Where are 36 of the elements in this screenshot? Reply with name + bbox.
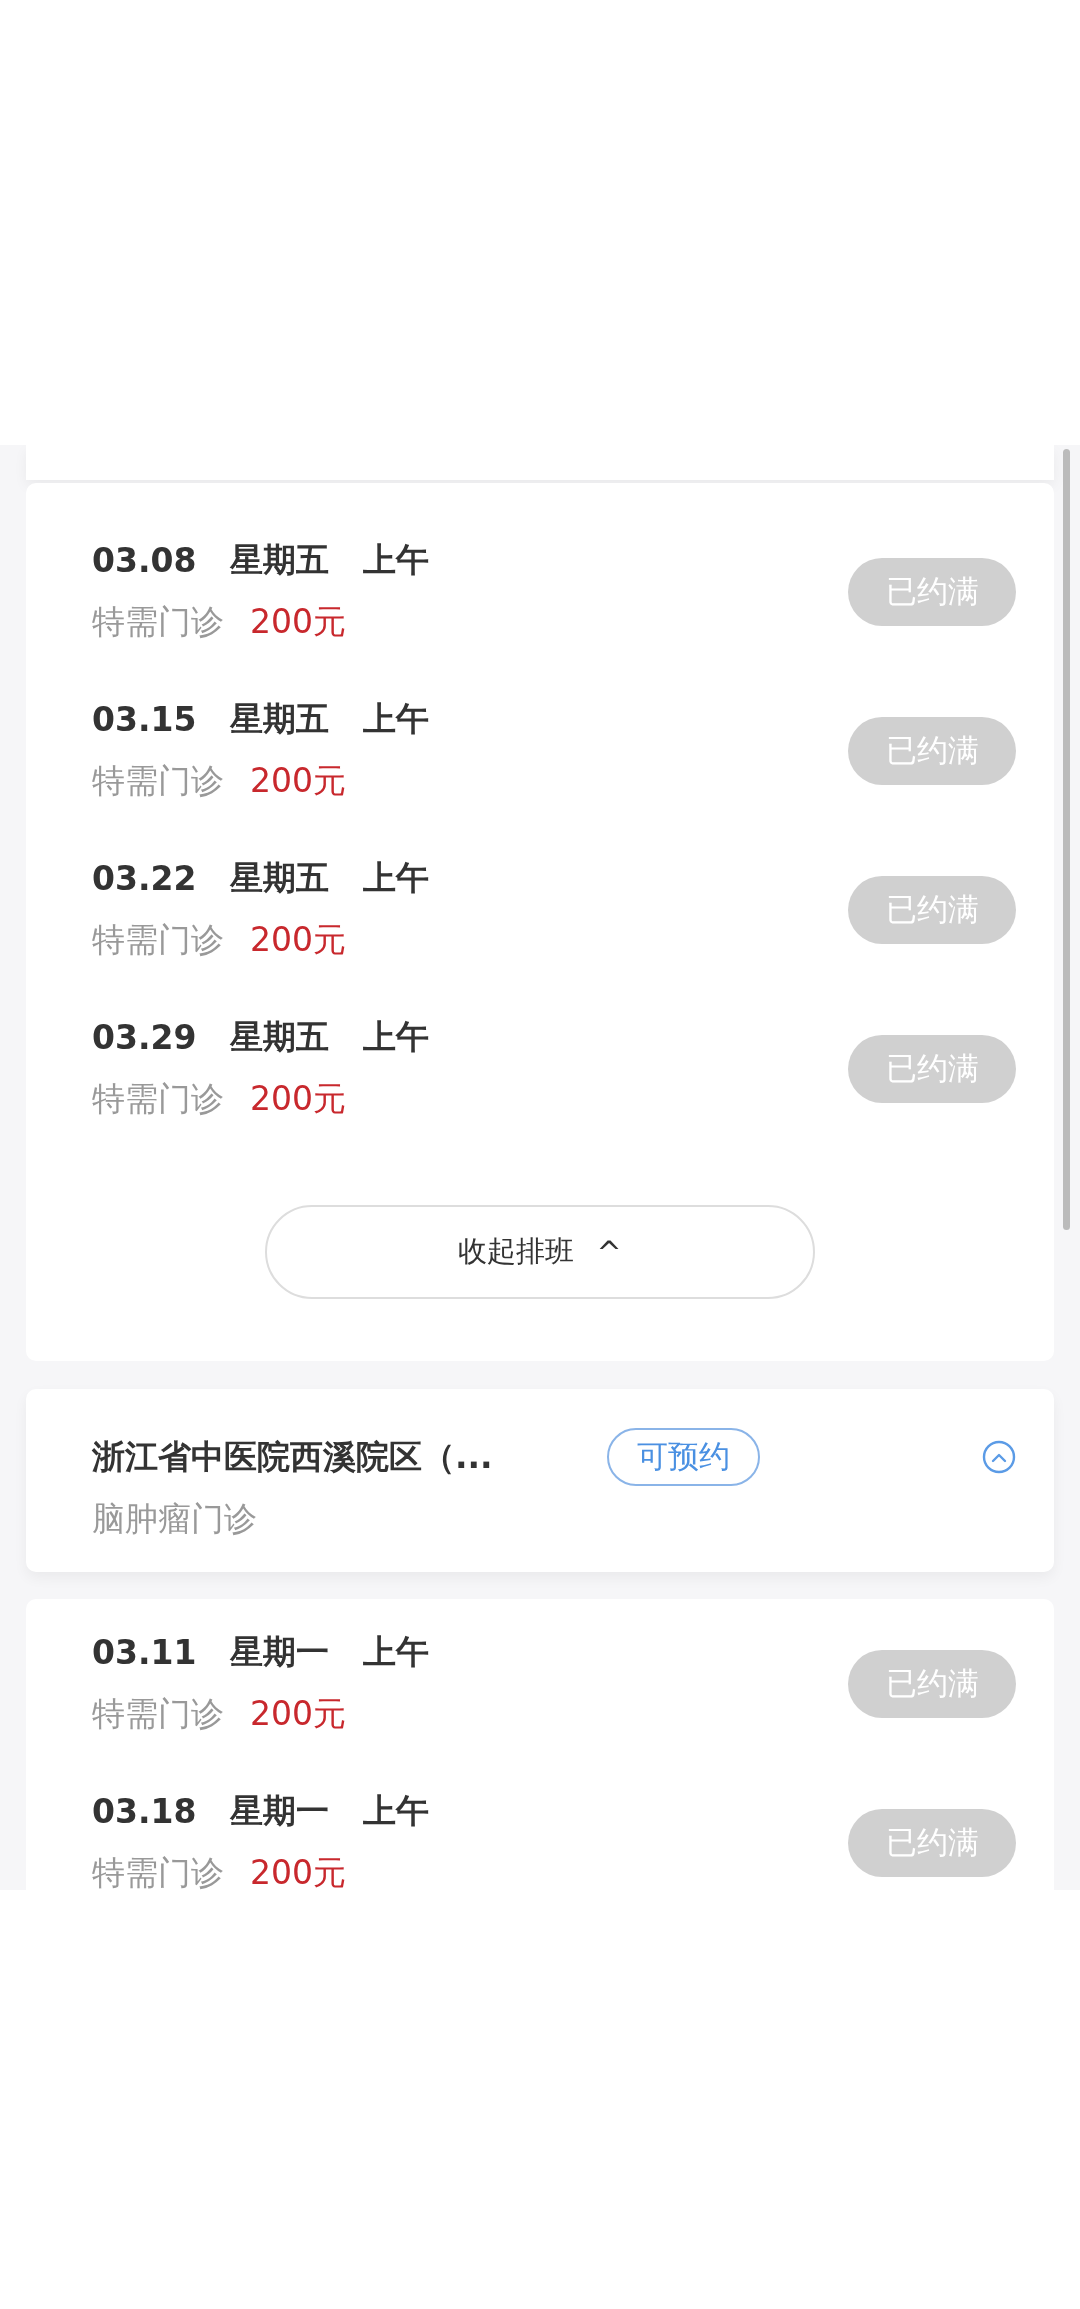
slot-period: 上午: [363, 1631, 430, 1673]
clinic-type: 特需门诊: [92, 1078, 224, 1120]
price: 200元: [250, 1078, 346, 1120]
department-name: 脑肿瘤门诊: [92, 1497, 258, 1540]
slot-weekday: 星期一: [230, 1790, 330, 1832]
clinic-type: 特需门诊: [92, 919, 224, 961]
slot-weekday: 星期五: [230, 539, 330, 581]
slot-weekday: 星期五: [230, 698, 330, 740]
hospital-card[interactable]: 浙江省中医院西溪院区（... 可预约 脑肿瘤门诊: [26, 1389, 1054, 1572]
collapse-button[interactable]: 收起排班 ^: [265, 1205, 815, 1299]
price: 200元: [250, 601, 346, 643]
price: 200元: [250, 919, 346, 961]
availability-tag: 可预约: [607, 1428, 760, 1486]
slot-date: 03.29: [92, 1018, 197, 1057]
price: 200元: [250, 1852, 346, 1890]
slot-period: 上午: [363, 857, 430, 899]
clinic-type: 特需门诊: [92, 601, 224, 643]
slot-period: 上午: [363, 1016, 430, 1058]
slot-date: 03.08: [92, 541, 197, 580]
slot-period: 上午: [363, 539, 430, 581]
scrollbar[interactable]: [1063, 449, 1070, 1230]
slot-date: 03.18: [92, 1792, 197, 1831]
slot-date: 03.15: [92, 700, 197, 739]
clinic-type: 特需门诊: [92, 1852, 224, 1890]
slot-weekday: 星期一: [230, 1631, 330, 1673]
clinic-type: 特需门诊: [92, 760, 224, 802]
price: 200元: [250, 760, 346, 802]
slot-period: 上午: [363, 698, 430, 740]
slot-date: 03.22: [92, 859, 197, 898]
hospital-name: 浙江省中医院西溪院区（...: [92, 1435, 494, 1478]
price: 200元: [250, 1693, 346, 1735]
clinic-type: 特需门诊: [92, 1693, 224, 1735]
slot-weekday: 星期五: [230, 1016, 330, 1058]
slot-weekday: 星期五: [230, 857, 330, 899]
slot-period: 上午: [363, 1790, 430, 1832]
slot-date: 03.11: [92, 1633, 197, 1672]
